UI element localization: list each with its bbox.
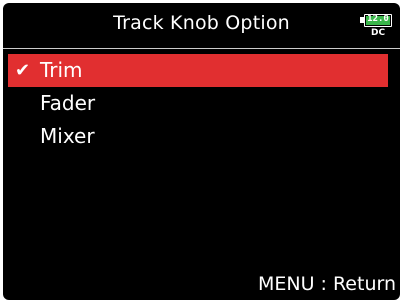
menu-item-label: Fader	[40, 91, 96, 115]
battery-voltage: 12.0	[367, 14, 389, 24]
return-hint: MENU : Return	[257, 273, 396, 295]
option-menu: ✔ Trim Fader Mixer	[3, 54, 400, 153]
menu-item-trim[interactable]: ✔ Trim	[8, 54, 388, 87]
power-source-label: DC	[371, 28, 386, 38]
header-divider	[3, 48, 400, 49]
device-screen: Track Knob Option 12.0 DC ✔ Trim Fader M…	[3, 3, 400, 300]
battery-icon: 12.0	[364, 14, 392, 27]
screen-title: Track Knob Option	[113, 12, 290, 34]
checkmark-icon: ✔	[15, 60, 31, 81]
menu-item-fader[interactable]: Fader	[3, 87, 400, 120]
menu-item-label: Trim	[40, 58, 83, 82]
battery-indicator: 12.0 DC	[358, 11, 394, 41]
menu-item-label: Mixer	[40, 124, 95, 148]
menu-item-mixer[interactable]: Mixer	[3, 120, 400, 153]
